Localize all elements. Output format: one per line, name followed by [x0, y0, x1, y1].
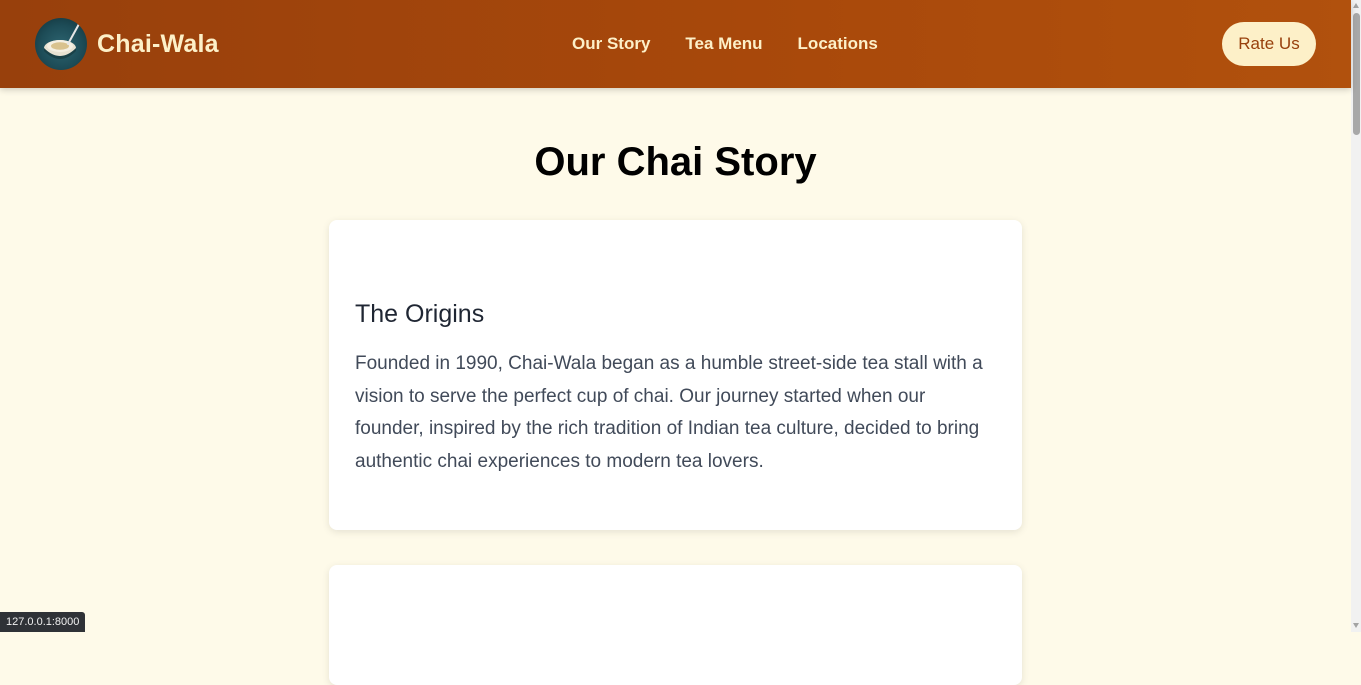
chai-cup-icon: [35, 18, 87, 70]
nav-link-tea-menu[interactable]: Tea Menu: [685, 34, 762, 54]
rate-us-button[interactable]: Rate Us: [1222, 22, 1316, 66]
brand[interactable]: Chai-Wala: [35, 18, 219, 70]
scroll-down-arrow-icon[interactable]: [1353, 623, 1359, 628]
link-status-bar: 127.0.0.1:8000: [0, 612, 86, 632]
main-nav: Our Story Tea Menu Locations: [572, 34, 878, 54]
scrollbar-thumb[interactable]: [1353, 13, 1360, 135]
story-card-origins: The Origins Founded in 1990, Chai-Wala b…: [329, 220, 1022, 530]
brand-name: Chai-Wala: [97, 29, 219, 58]
scroll-up-arrow-icon[interactable]: [1353, 3, 1359, 8]
navbar: Chai-Wala Our Story Tea Menu Locations R…: [0, 0, 1351, 88]
vertical-scrollbar[interactable]: [1351, 0, 1361, 632]
nav-link-our-story[interactable]: Our Story: [572, 34, 650, 54]
nav-link-locations[interactable]: Locations: [798, 34, 878, 54]
card-text: Founded in 1990, Chai-Wala began as a hu…: [355, 353, 983, 472]
story-card-next: [329, 565, 1022, 685]
card-title: The Origins: [355, 300, 485, 328]
page-title: Our Chai Story: [534, 140, 817, 184]
